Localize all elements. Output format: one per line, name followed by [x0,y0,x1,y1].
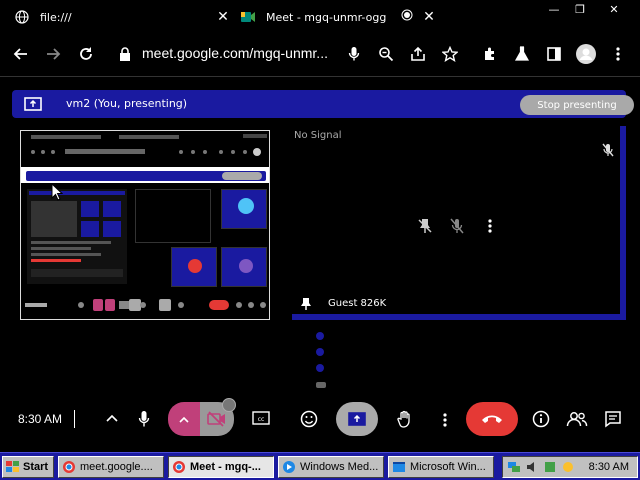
taskbar-item-meet-google[interactable]: meet.google.... [58,456,164,478]
chrome-icon [173,461,185,473]
present-screen-icon [24,96,42,115]
taskbar-item-meet-tab[interactable]: Meet - mgq-... [168,456,274,478]
taskbar-item-microsoft-win[interactable]: Microsoft Win... [388,456,494,478]
volume-icon[interactable] [525,460,539,474]
chat-icon[interactable] [602,408,624,430]
lock-icon[interactable] [114,43,136,65]
emoji-icon[interactable] [298,408,320,430]
mini-presenting-banner [26,171,266,181]
taskbar: Start meet.google.... Meet - mgq-... Win… [0,452,640,480]
participant-tile-guest[interactable]: No Signal Guest 826K [292,126,626,320]
more-options-icon[interactable] [488,218,492,238]
mini-browser-chrome [21,131,269,167]
share-icon[interactable] [407,43,429,65]
mouse-cursor-icon [51,183,63,201]
stop-presenting-button[interactable]: Stop presenting [520,95,634,115]
microphone-icon[interactable] [343,43,365,65]
profile-avatar[interactable] [575,43,597,65]
meeting-clock: 8:30 AM [18,412,63,426]
mini-guest-tile [135,189,211,243]
mini-tile [221,189,267,229]
menu-kebab-icon[interactable] [607,43,629,65]
presenting-label: vm2 (You, presenting) [66,97,188,110]
presenting-banner: vm2 (You, presenting) Stop presenting [12,90,634,118]
chevron-up-icon[interactable] [104,410,120,426]
divider [0,76,640,77]
close-tab-icon[interactable]: ✕ [422,9,436,25]
tab-meet[interactable]: Meet - mgq-unmr-ogg ✕ [240,0,436,34]
labs-flask-icon[interactable] [511,43,533,65]
window-app-icon [393,462,405,472]
zoom-icon[interactable] [375,43,397,65]
tray-app-icon[interactable] [543,460,557,474]
mini-tile [171,247,217,287]
taskbar-item-label: meet.google.... [80,461,153,473]
chrome-icon [63,461,75,473]
taskbar-clock: 8:30 AM [588,461,629,473]
svg-text:cc: cc [258,416,265,423]
camera-options-button[interactable] [168,402,200,436]
address-field[interactable]: meet.google.com/mgq-unmr... [142,45,328,61]
no-signal-label: No Signal [294,130,342,141]
tab-strip: file:/// ✕ Meet - mgq-unmr-ogg ✕ — ❐ ✕ [0,0,640,34]
unpin-icon[interactable] [418,218,432,238]
leave-call-button[interactable] [466,402,518,436]
network-icon[interactable] [507,460,521,474]
close-tab-icon[interactable]: ✕ [216,9,230,25]
side-panel-icon[interactable] [543,43,565,65]
captions-icon[interactable]: cc [250,410,272,426]
system-tray: 8:30 AM [502,456,638,478]
start-label: Start [23,461,49,473]
participant-name: Guest 826K [328,298,387,309]
present-now-button[interactable] [336,402,378,436]
pin-icon [300,296,312,315]
address-bar-row: meet.google.com/mgq-unmr... [0,34,640,76]
start-button[interactable]: Start [2,456,54,478]
notification-badge [222,398,236,412]
close-window-icon[interactable]: ✕ [606,0,622,18]
muted-mic-icon [602,142,614,161]
raise-hand-icon[interactable] [394,408,416,430]
info-icon[interactable] [530,408,552,430]
windows-logo-icon [6,461,19,472]
tab-title: Meet - mgq-unmr-ogg [266,10,387,24]
bookmark-star-icon[interactable] [439,43,461,65]
tray-app-icon[interactable] [561,460,575,474]
page-indicator[interactable] [316,382,326,388]
divider [74,410,75,428]
screenshare-tile[interactable] [20,130,270,320]
taskbar-item-label: Windows Med... [300,461,379,473]
page-dot[interactable] [316,332,324,340]
tab-file[interactable]: file:/// ✕ [14,0,230,34]
microphone-button[interactable] [134,408,154,430]
recording-indicator-icon [400,9,414,25]
page-dot[interactable] [316,348,324,356]
restore-icon[interactable]: ❐ [572,0,588,18]
globe-icon [14,9,30,25]
meet-icon [240,9,256,25]
tab-title: file:/// [40,10,72,24]
mute-participant-icon[interactable] [450,218,464,238]
mini-control-bar [21,293,269,319]
mini-stop-button [222,172,262,180]
more-options-icon[interactable] [438,410,452,430]
people-icon[interactable] [564,408,590,430]
taskbar-item-label: Microsoft Win... [410,461,486,473]
extensions-icon[interactable] [479,43,501,65]
mini-tile [221,247,267,287]
page-dot[interactable] [316,364,324,372]
forward-icon[interactable] [42,43,64,65]
media-player-icon [283,461,295,473]
back-icon[interactable] [10,43,32,65]
minimize-icon[interactable]: — [546,0,562,18]
mini-screen-thumbnail [27,189,127,284]
taskbar-item-label: Meet - mgq-... [190,461,261,473]
reload-icon[interactable] [75,43,97,65]
taskbar-item-windows-media[interactable]: Windows Med... [278,456,384,478]
